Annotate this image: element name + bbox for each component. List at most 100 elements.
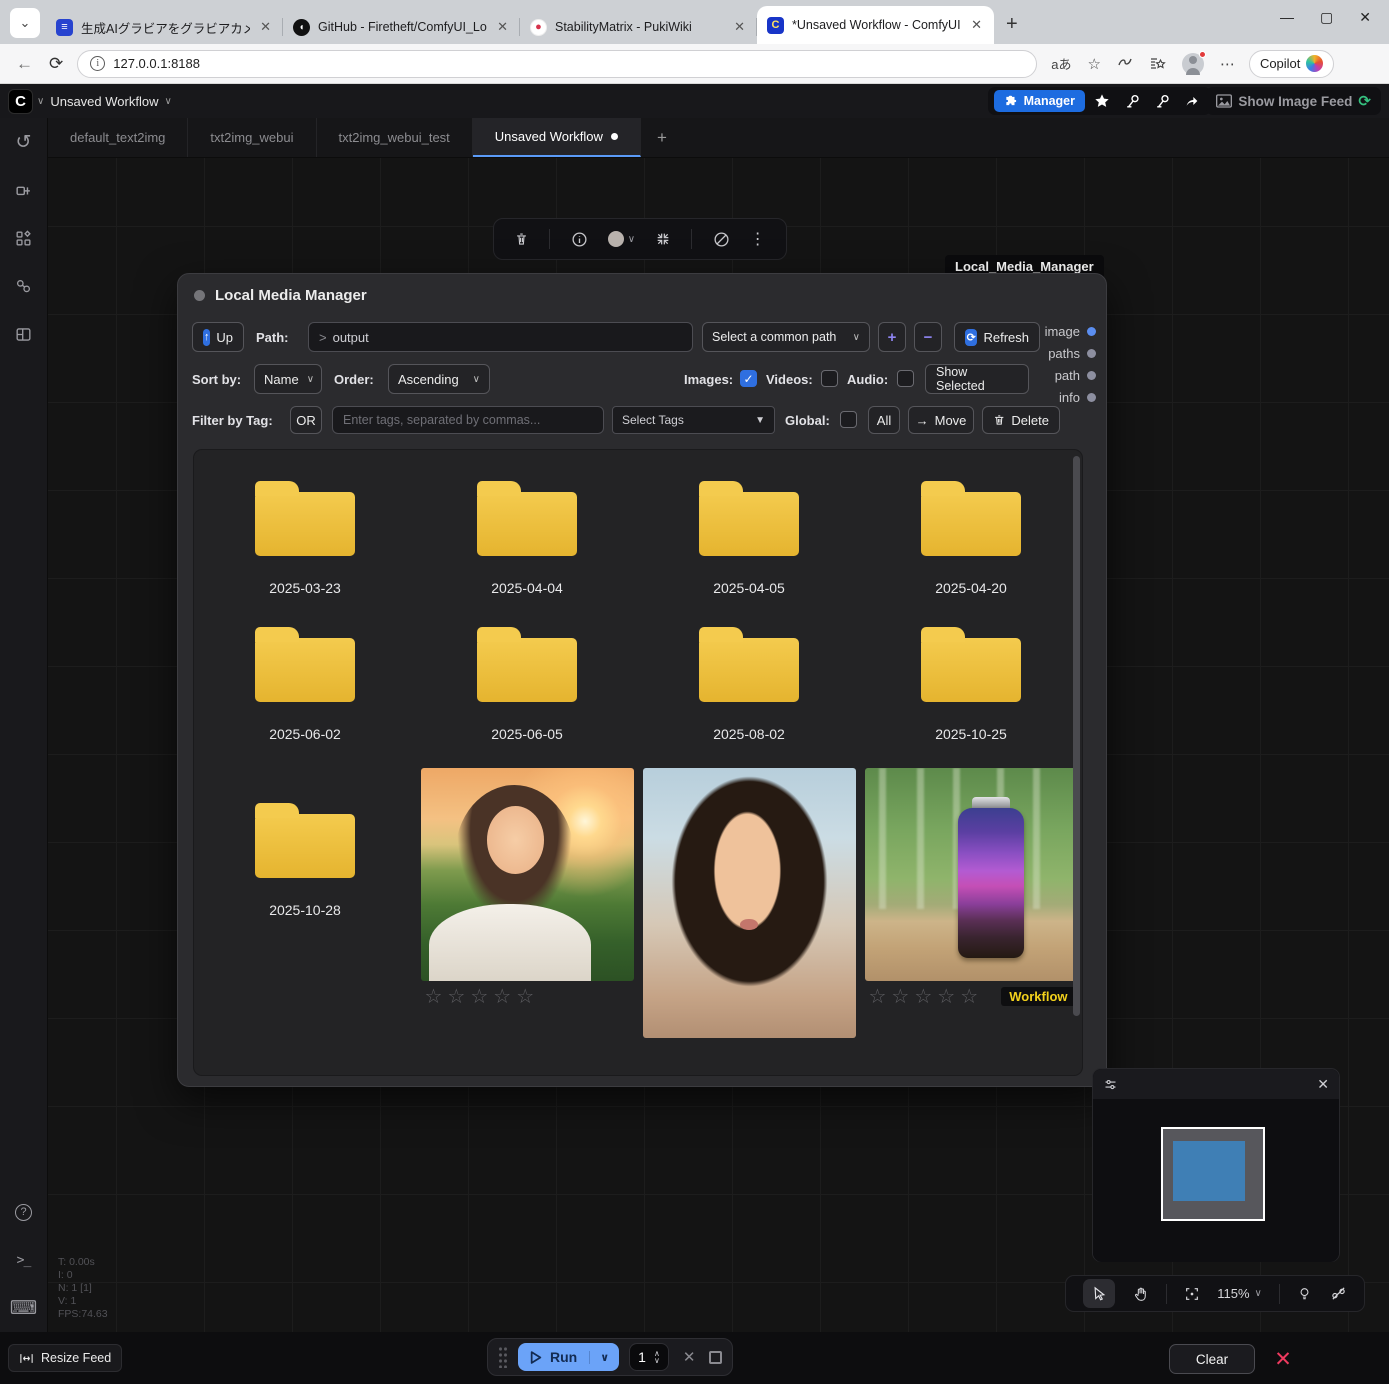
audio-checkbox[interactable] (897, 370, 914, 387)
cancel-run-icon[interactable]: ✕ (679, 1348, 700, 1366)
star-rating[interactable]: ☆☆☆☆☆ (425, 984, 540, 1009)
browser-tab[interactable]: ≡生成AIグラビアをグラビアカメラマンが作✕ (46, 10, 283, 44)
favorites-icon[interactable]: ☆ (1087, 55, 1100, 73)
workflow-tab[interactable]: txt2img_webui_test (317, 118, 473, 157)
sort-select[interactable]: Name∨ (254, 364, 322, 394)
stop-icon[interactable] (709, 1351, 722, 1364)
browser-essentials-icon[interactable] (1117, 56, 1133, 72)
fit-view-icon[interactable] (1184, 1286, 1200, 1302)
remove-path-button[interactable]: − (914, 322, 942, 352)
show-image-feed-button[interactable]: Show Image Feed ⟳ (1206, 87, 1381, 115)
workflow-tab[interactable]: txt2img_webui (188, 118, 316, 157)
collapse-node-icon[interactable] (655, 231, 671, 247)
site-info-icon[interactable]: i (90, 56, 105, 71)
batch-count-stepper[interactable]: 1 ∧∨ (629, 1343, 669, 1371)
profile-avatar[interactable] (1182, 53, 1204, 75)
folder-item[interactable]: 2025-06-02 (194, 622, 416, 742)
minimize-button[interactable]: — (1280, 9, 1294, 25)
minimap-viewport[interactable] (1161, 1127, 1265, 1221)
order-select[interactable]: Ascending∨ (388, 364, 490, 394)
extension-icon-1[interactable] (1119, 90, 1145, 112)
browser-tab[interactable]: C*Unsaved Workflow - ComfyUI✕ (757, 6, 994, 44)
folder-item[interactable]: 2025-08-02 (638, 622, 860, 742)
or-toggle-button[interactable]: OR (290, 406, 322, 434)
workflows-icon[interactable] (0, 262, 48, 310)
close-tab-icon[interactable]: ✕ (258, 19, 273, 35)
folder-item[interactable]: 2025-04-20 (860, 476, 1082, 596)
select-tool-icon[interactable] (1083, 1279, 1115, 1308)
collections-icon[interactable] (1149, 56, 1166, 72)
images-checkbox[interactable]: ✓ (740, 370, 757, 387)
keyboard-shortcuts-icon[interactable]: ⌨ (0, 1284, 48, 1332)
output-port-paths[interactable] (1087, 349, 1096, 358)
drag-handle[interactable] (498, 1346, 508, 1368)
toggle-theme-icon[interactable] (1297, 1286, 1312, 1302)
thumbnail-closeup-portrait[interactable] (643, 768, 856, 1038)
add-workflow-tab-button[interactable]: + (641, 118, 683, 157)
resize-feed-button[interactable]: Resize Feed (8, 1344, 122, 1372)
add-path-button[interactable]: + (878, 322, 906, 352)
output-port-image[interactable] (1087, 327, 1096, 336)
node-library-icon[interactable] (0, 166, 48, 214)
folder-item[interactable]: 2025-10-28 (194, 768, 416, 918)
queue-history-icon[interactable]: ↺ (0, 118, 48, 166)
node-info-icon[interactable] (571, 231, 588, 248)
copilot-button[interactable]: Copilot (1249, 50, 1334, 78)
browser-tab[interactable]: ●StabilityMatrix - PukiWiki✕ (520, 10, 757, 44)
node-collapse-dot[interactable] (194, 290, 205, 301)
move-button[interactable]: →Move (908, 406, 974, 434)
output-port-path[interactable] (1087, 371, 1096, 380)
output-port-info[interactable] (1087, 393, 1096, 402)
run-button[interactable]: Run ∨ (518, 1343, 619, 1371)
comfy-logo[interactable]: C (8, 89, 33, 114)
close-tab-icon[interactable]: ✕ (495, 19, 510, 35)
up-button[interactable]: ↑ Up (192, 322, 244, 352)
toggle-links-icon[interactable] (1330, 1285, 1347, 1302)
image-item[interactable] (643, 768, 856, 1038)
back-icon[interactable]: ← (16, 54, 33, 74)
step-down-icon[interactable]: ∨ (654, 1357, 660, 1364)
minimap-close-icon[interactable]: ✕ (1317, 1076, 1329, 1093)
workflow-tab[interactable]: default_text2img (48, 118, 188, 157)
zoom-level-dropdown[interactable]: 115%∨ (1217, 1286, 1262, 1301)
more-icon[interactable]: ⋯ (1220, 55, 1235, 73)
run-options-caret-icon[interactable]: ∨ (589, 1351, 619, 1364)
manager-button[interactable]: Manager (994, 90, 1085, 112)
folder-item[interactable]: 2025-03-23 (194, 476, 416, 596)
minimap-view[interactable] (1093, 1099, 1339, 1262)
tags-input[interactable]: Enter tags, separated by commas... (332, 406, 604, 434)
browser-tab[interactable]: ◖GitHub - Firetheft/ComfyUI_Local✕ (283, 10, 520, 44)
workflow-title[interactable]: Unsaved Workflow∨ (50, 94, 171, 109)
image-item[interactable]: ☆☆☆☆☆ (421, 768, 634, 1009)
bypass-node-icon[interactable] (713, 231, 730, 248)
favorite-star-icon[interactable] (1089, 90, 1115, 112)
workflow-badge[interactable]: Workflow (1001, 987, 1075, 1006)
thumbnail-sunset-portrait[interactable] (421, 768, 634, 981)
folder-item[interactable]: 2025-04-04 (416, 476, 638, 596)
delete-node-icon[interactable] (514, 231, 529, 247)
node-menu-icon[interactable]: ⋮ (750, 229, 766, 249)
clear-button[interactable]: Clear (1169, 1344, 1255, 1374)
feed-refresh-icon[interactable]: ⟳ (1358, 92, 1371, 110)
close-window-button[interactable]: ✕ (1359, 9, 1371, 26)
path-input[interactable]: > output (308, 322, 693, 352)
refresh-icon[interactable]: ⟳ (49, 54, 63, 74)
close-feed-button[interactable]: ✕ (1267, 1343, 1299, 1375)
videos-checkbox[interactable] (821, 370, 838, 387)
extension-icon-2[interactable] (1149, 90, 1175, 112)
minimap-settings-icon[interactable] (1103, 1077, 1118, 1092)
close-tab-icon[interactable]: ✕ (969, 17, 984, 33)
global-checkbox[interactable] (840, 411, 857, 428)
new-tab-button[interactable]: + (1006, 13, 1018, 36)
vertical-tabs-button[interactable]: ⌄ (10, 8, 40, 38)
delete-button[interactable]: Delete (982, 406, 1060, 434)
maximize-button[interactable]: ▢ (1320, 9, 1333, 26)
logo-menu-caret-icon[interactable]: ∨ (37, 96, 44, 107)
folder-item[interactable]: 2025-10-25 (860, 622, 1082, 742)
layout-panels-icon[interactable] (0, 310, 48, 358)
translate-icon[interactable]: aあ (1051, 54, 1071, 73)
terminal-icon[interactable]: >_ (0, 1236, 48, 1284)
share-icon[interactable] (1179, 90, 1205, 112)
help-icon[interactable]: ? (0, 1188, 48, 1236)
thumbnail-galaxy-bottle[interactable] (865, 768, 1078, 981)
